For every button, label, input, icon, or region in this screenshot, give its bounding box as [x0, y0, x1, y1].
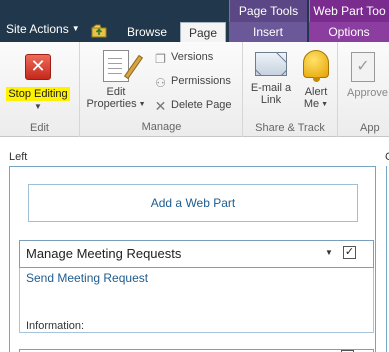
- delete-page-label: Delete Page: [171, 99, 232, 111]
- permissions-icon: ⚇: [155, 76, 166, 90]
- zone-title-left: Left: [9, 151, 28, 163]
- top-bar: Page Tools Web Part Too Site Actions ▼ Br…: [0, 0, 389, 43]
- send-meeting-request-link[interactable]: Send Meeting Request: [26, 271, 148, 285]
- web-part-select-checkbox[interactable]: ✓: [343, 246, 356, 259]
- alert-me-label-line2: Me: [303, 98, 320, 110]
- ribbon-group-edit: ✕ Stop Editing ▼ Edit: [0, 42, 80, 137]
- approve-label: Approve: [347, 87, 388, 99]
- web-part-zone-left: Add a Web Part Manage Meeting Requests ▼…: [9, 166, 376, 352]
- bell-icon: [303, 50, 329, 82]
- tab-options[interactable]: Options: [309, 22, 389, 42]
- chevron-down-icon: ▼: [71, 24, 80, 33]
- web-part-title: Manage Meeting Requests: [26, 246, 182, 261]
- edit-properties-label-line1: Edit: [106, 86, 126, 98]
- tab-page[interactable]: Page: [180, 22, 226, 43]
- versions-button[interactable]: ❐ Versions: [153, 51, 213, 67]
- group-label-edit: Edit: [30, 122, 49, 134]
- envelope-icon: [255, 52, 287, 76]
- web-part-header: Manage Meeting Requests ▼ ✓: [19, 240, 374, 268]
- information-label: Information:: [26, 320, 85, 332]
- email-link-label-line2: Link: [260, 94, 282, 106]
- permissions-label: Permissions: [171, 75, 231, 87]
- email-link-label-line1: E-mail a: [250, 82, 292, 94]
- navigate-up-icon[interactable]: [91, 24, 107, 38]
- group-label-share-track: Share & Track: [255, 122, 325, 134]
- approve-button[interactable]: ✓ Approve: [343, 52, 389, 99]
- chevron-down-icon: ▼: [34, 102, 42, 111]
- web-part-tools-context-label: Web Part Too: [309, 0, 389, 22]
- delete-page-button[interactable]: ✕ Delete Page: [153, 99, 232, 114]
- site-actions-menu[interactable]: Site Actions ▼: [6, 22, 80, 36]
- edit-properties-label-line2: Properties: [86, 98, 137, 110]
- zone-title-right: C: [385, 151, 389, 163]
- permissions-button[interactable]: ⚇ Permissions: [153, 75, 231, 91]
- edit-properties-icon: [103, 50, 144, 82]
- site-actions-label: Site Actions: [6, 22, 69, 36]
- alert-me-button[interactable]: Alert Me ▼: [298, 50, 334, 111]
- stop-editing-label: Stop Editing: [6, 87, 70, 101]
- web-part-body: Send Meeting Request Information:: [19, 268, 374, 333]
- tab-browse[interactable]: Browse: [118, 22, 176, 42]
- approve-check-icon: ✓: [351, 52, 375, 82]
- tab-insert[interactable]: Insert: [229, 22, 307, 42]
- group-label-approval: App: [360, 122, 380, 134]
- versions-label: Versions: [171, 51, 214, 63]
- group-label-manage: Manage: [141, 121, 182, 133]
- chevron-down-icon: ▼: [138, 101, 146, 108]
- chevron-down-icon: ▼: [321, 101, 329, 108]
- email-link-button[interactable]: E-mail a Link: [248, 52, 294, 106]
- versions-icon: ❐: [155, 52, 166, 66]
- alert-me-label-line1: Alert: [304, 86, 328, 98]
- close-icon: ✕: [25, 54, 51, 80]
- web-part-menu-chevron-icon[interactable]: ▼: [325, 248, 333, 257]
- edit-properties-button[interactable]: Edit Properties ▼: [84, 50, 148, 111]
- web-part-manage-meeting-requests: Manage Meeting Requests ▼ ✓ Send Meeting…: [19, 240, 374, 352]
- add-web-part-button[interactable]: Add a Web Part: [28, 184, 358, 222]
- ribbon: ✕ Stop Editing ▼ Edit Edit Properties ▼ ❐…: [0, 42, 389, 137]
- delete-icon: ✕: [154, 98, 167, 114]
- page-tools-context-label: Page Tools: [229, 0, 307, 22]
- stop-editing-button[interactable]: ✕ Stop Editing ▼: [4, 54, 72, 111]
